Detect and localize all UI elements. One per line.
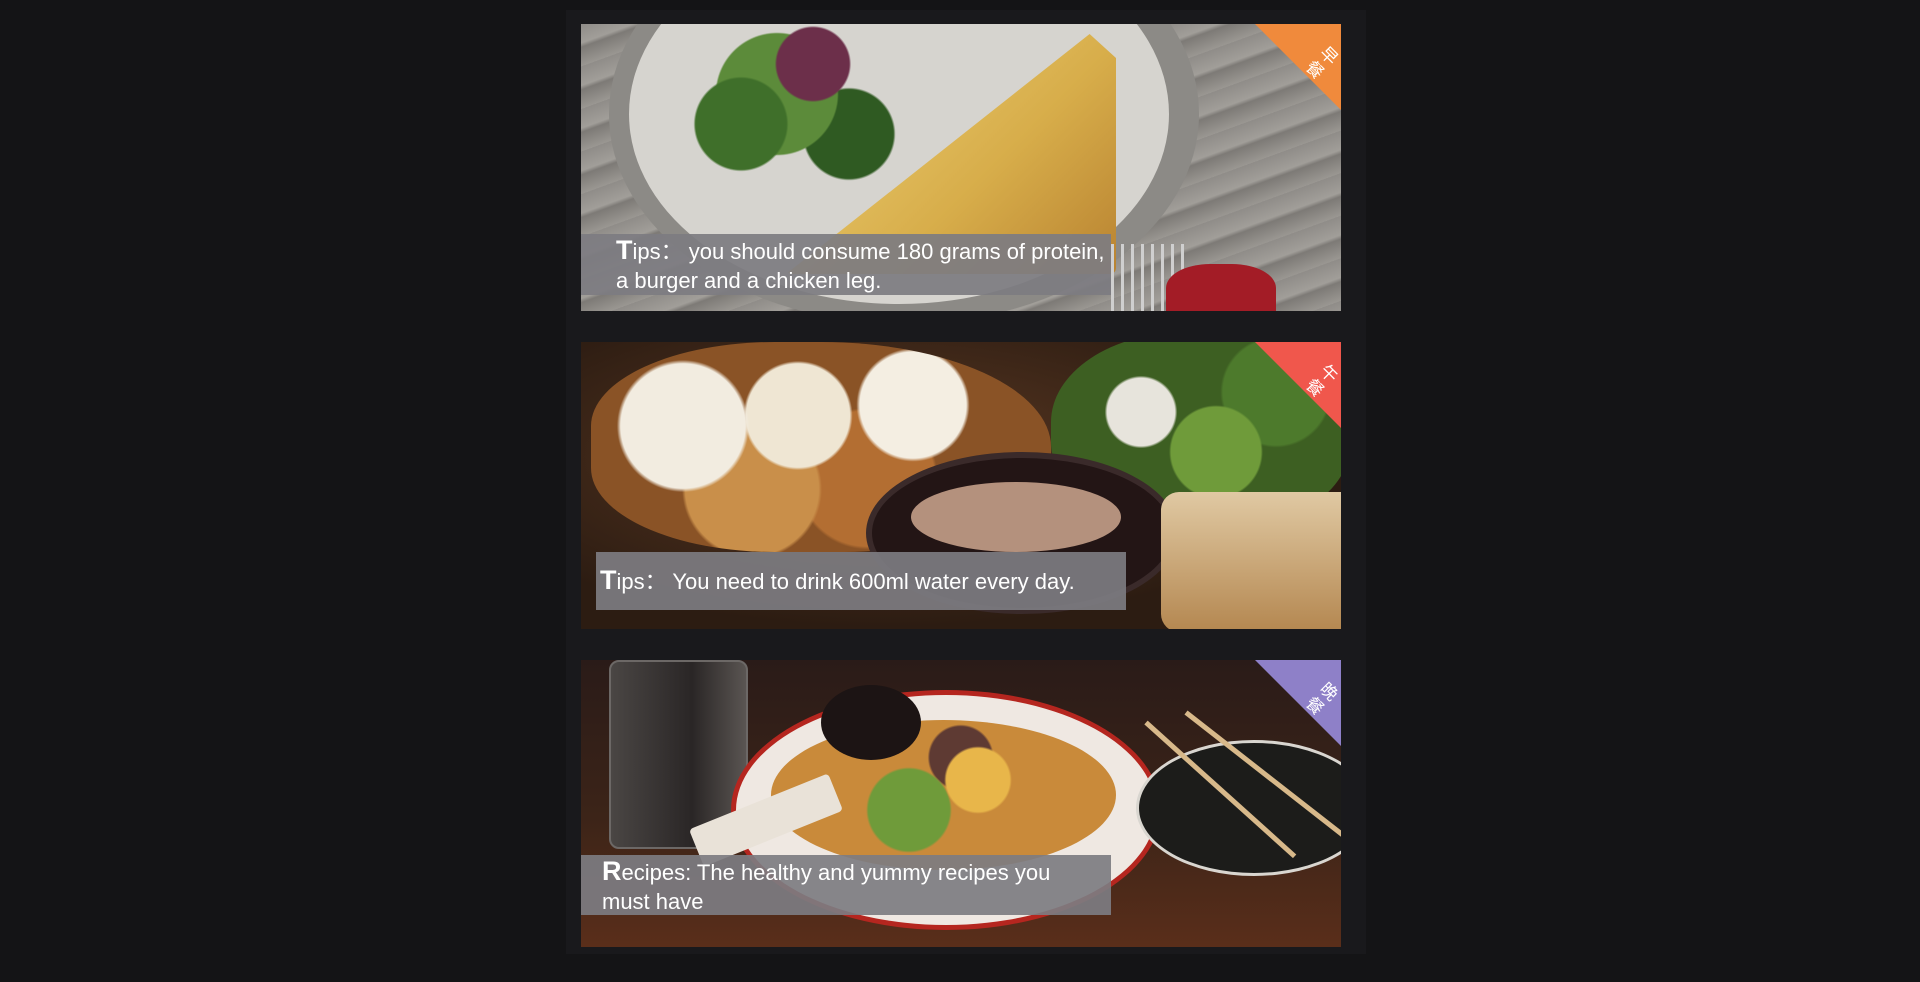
caption-lead-letter: T [616, 235, 633, 265]
caption-text: ips： You need to drink 600ml water every… [616, 569, 1075, 594]
caption-text: ecipes: The healthy and yummy recipes yo… [602, 860, 1051, 914]
meal-card-lunch[interactable]: 午餐 Tips： You need to drink 600ml water e… [581, 342, 1341, 629]
tip-caption: Tips： You need to drink 600ml water ever… [596, 552, 1126, 610]
meal-card-breakfast[interactable]: 早餐 Tips： you should consume 180 grams of… [581, 24, 1341, 311]
caption-lead-letter: R [602, 856, 622, 886]
recipe-caption: Recipes: The healthy and yummy recipes y… [581, 855, 1111, 915]
meal-card-dinner[interactable]: 晚餐 Recipes: The healthy and yummy recipe… [581, 660, 1341, 947]
caption-text: ips： you should consume 180 grams of pro… [616, 239, 1105, 293]
tip-caption: Tips： you should consume 180 grams of pr… [581, 234, 1111, 295]
caption-lead-letter: T [600, 565, 617, 595]
